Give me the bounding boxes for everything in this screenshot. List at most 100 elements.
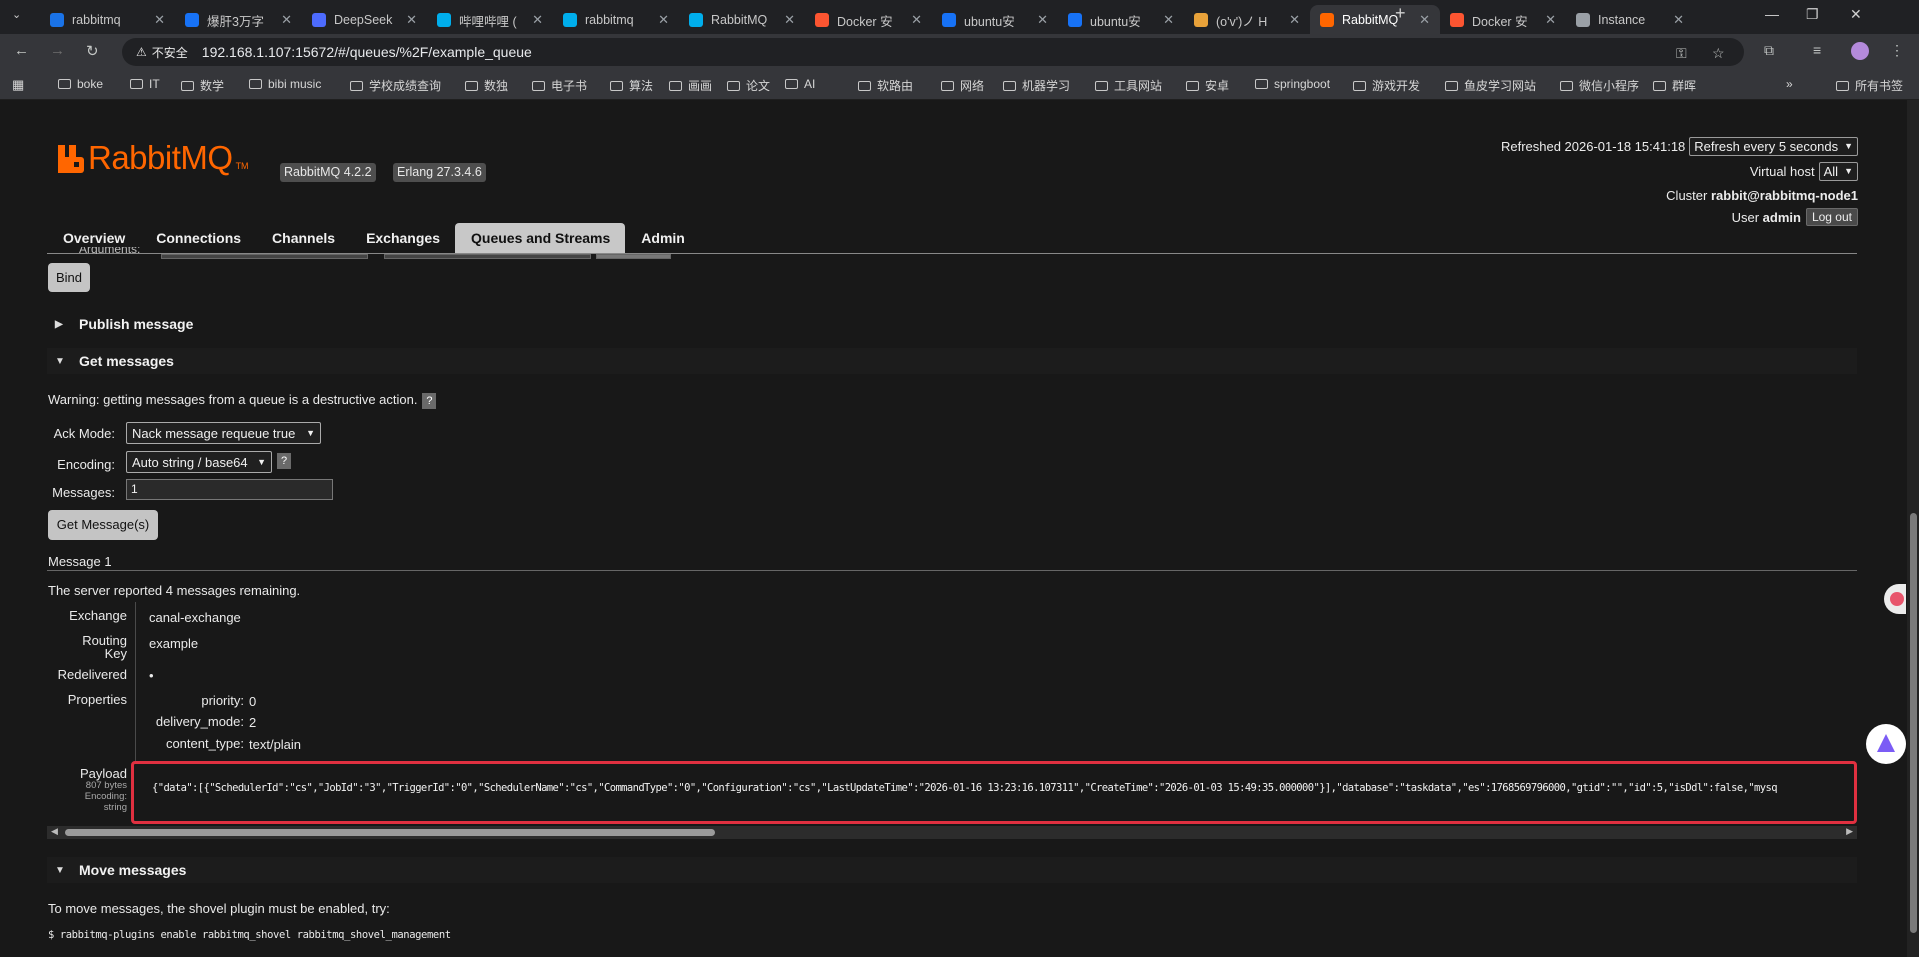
bookmark-folder[interactable]: 数独: [465, 77, 508, 94]
scroll-right-icon[interactable]: ▶: [1846, 826, 1853, 837]
get-messages-button[interactable]: Get Message(s): [48, 510, 158, 540]
tab-list-icon[interactable]: ≡: [1813, 42, 1821, 58]
close-tab-icon[interactable]: ✕: [1037, 12, 1048, 28]
get-messages-section[interactable]: ▼ Get messages: [47, 348, 1857, 374]
nav-tab-channels[interactable]: Channels: [256, 223, 350, 253]
refresh-interval-select[interactable]: Refresh every 5 seconds ▼: [1689, 136, 1858, 156]
encoding-help-icon[interactable]: ?: [277, 453, 291, 469]
nav-tab-connections[interactable]: Connections: [140, 223, 256, 253]
page-vertical-scrollbar[interactable]: [1907, 100, 1919, 957]
forward-icon[interactable]: →: [50, 42, 65, 59]
argument-key-input[interactable]: [161, 254, 368, 259]
browser-tab[interactable]: RabbitMQ ✕: [1310, 5, 1440, 35]
virtual-host-select[interactable]: All ▼: [1818, 161, 1858, 181]
payload-horizontal-scrollbar[interactable]: ◀ ▶: [47, 826, 1857, 839]
bookmark-folder[interactable]: 群晖: [1653, 77, 1696, 94]
bookmark-folder[interactable]: IT: [130, 77, 160, 91]
messages-count-input[interactable]: 1: [126, 479, 333, 500]
bookmark-folder[interactable]: boke: [58, 77, 103, 91]
profile-avatar[interactable]: [1851, 42, 1869, 60]
rabbitmq-logo[interactable]: RabbitMQ TM: [58, 141, 249, 174]
nav-tab-admin[interactable]: Admin: [625, 223, 700, 253]
close-tab-icon[interactable]: ✕: [1419, 12, 1430, 28]
encoding-select[interactable]: Auto string / base64 ▼: [126, 451, 272, 473]
bookmark-folder[interactable]: 游戏开发: [1353, 77, 1420, 94]
browser-tab[interactable]: Docker 安 ✕: [805, 5, 932, 35]
nav-tab-queues-and-streams[interactable]: Queues and Streams: [455, 223, 626, 253]
new-tab-icon[interactable]: +: [1395, 3, 1406, 24]
close-tab-icon[interactable]: ✕: [1673, 12, 1684, 28]
tab-search-icon[interactable]: ⌄: [12, 8, 21, 21]
browser-tab[interactable]: rabbitmq ✕: [553, 5, 679, 35]
browser-tab[interactable]: (o'v')ノ H ✕: [1184, 5, 1310, 35]
close-tab-icon[interactable]: ✕: [406, 12, 417, 28]
browser-tab[interactable]: ubuntu安 ✕: [932, 5, 1058, 35]
menu-icon[interactable]: ⋮: [1890, 42, 1904, 59]
move-messages-section[interactable]: ▼ Move messages: [47, 857, 1857, 883]
browser-tab[interactable]: 爆肝3万字 ✕: [175, 5, 302, 35]
security-indicator[interactable]: ⚠ 不安全: [136, 44, 188, 61]
close-tab-icon[interactable]: ✕: [281, 12, 292, 28]
bind-button[interactable]: Bind: [48, 263, 90, 292]
browser-tab[interactable]: rabbitmq ✕: [40, 5, 175, 35]
url-text[interactable]: 192.168.1.107:15672/#/queues/%2F/example…: [202, 44, 532, 60]
argument-value-input[interactable]: [384, 254, 591, 259]
address-bar[interactable]: ⚠ 不安全 192.168.1.107:15672/#/queues/%2F/e…: [122, 38, 1744, 66]
browser-tab[interactable]: 哔哩哔哩 (✕: [427, 5, 553, 35]
floating-assistant-icon[interactable]: [1884, 584, 1906, 614]
scrollbar-thumb[interactable]: [65, 829, 715, 836]
bookmark-folder[interactable]: 工具网站: [1095, 77, 1162, 94]
bookmark-folder[interactable]: bibi music: [249, 77, 321, 91]
bookmark-folder[interactable]: 论文: [727, 77, 770, 94]
bookmark-folder[interactable]: 网络: [941, 77, 984, 94]
browser-tab[interactable]: Instance ✕: [1566, 5, 1694, 35]
bookmark-folder[interactable]: 安卓: [1186, 77, 1229, 94]
close-tab-icon[interactable]: ✕: [1545, 12, 1556, 28]
ack-mode-select[interactable]: Nack message requeue true ▼: [126, 422, 321, 444]
bookmark-folder[interactable]: 画画: [669, 77, 712, 94]
bookmark-folder[interactable]: 电子书: [532, 77, 587, 94]
reload-icon[interactable]: ↻: [86, 42, 99, 60]
key-icon[interactable]: ⚿: [1676, 45, 1687, 62]
payload-text[interactable]: {"data":[{"SchedulerId":"cs","JobId":"3"…: [152, 782, 1778, 794]
bookmark-star-icon[interactable]: ☆: [1712, 45, 1725, 62]
argument-type-select[interactable]: [596, 254, 671, 259]
close-tab-icon[interactable]: ✕: [154, 12, 165, 28]
close-tab-icon[interactable]: ✕: [532, 12, 543, 28]
help-icon[interactable]: ?: [422, 393, 437, 409]
payload-highlight-box[interactable]: {"data":[{"SchedulerId":"cs","JobId":"3"…: [131, 761, 1857, 824]
extensions-icon[interactable]: ⧉: [1764, 42, 1774, 59]
close-tab-icon[interactable]: ✕: [784, 12, 795, 28]
bookmark-folder[interactable]: 算法: [610, 77, 653, 94]
close-window-icon[interactable]: ✕: [1850, 6, 1862, 23]
browser-tab[interactable]: RabbitMQ ✕: [679, 5, 805, 35]
bookmark-folder[interactable]: 数学: [181, 77, 224, 94]
close-tab-icon[interactable]: ✕: [1289, 12, 1300, 28]
bookmark-folder[interactable]: AI: [785, 77, 815, 91]
bookmark-folder[interactable]: springboot: [1255, 77, 1330, 91]
bookmark-folder[interactable]: 机器学习: [1003, 77, 1070, 94]
bookmarks-overflow-icon[interactable]: »: [1786, 77, 1793, 91]
scroll-left-icon[interactable]: ◀: [51, 826, 58, 837]
browser-tab[interactable]: ubuntu安 ✕: [1058, 5, 1184, 35]
apps-grid-icon[interactable]: ▦: [12, 77, 24, 93]
close-tab-icon[interactable]: ✕: [1163, 12, 1174, 28]
all-bookmarks[interactable]: 所有书签: [1836, 77, 1903, 94]
property-value: 2: [249, 715, 257, 730]
maximize-icon[interactable]: ❐: [1806, 6, 1819, 23]
bookmark-folder[interactable]: 软路由: [858, 77, 913, 94]
scrollbar-thumb[interactable]: [1910, 513, 1917, 933]
bookmark-folder[interactable]: 鱼皮学习网站: [1445, 77, 1536, 94]
browser-tab[interactable]: DeepSeek ✕: [302, 5, 427, 35]
close-tab-icon[interactable]: ✕: [658, 12, 669, 28]
bookmark-folder[interactable]: 微信小程序: [1560, 77, 1639, 94]
logout-button[interactable]: Log out: [1805, 208, 1858, 226]
publish-message-section[interactable]: ▶ Publish message: [47, 311, 1857, 337]
browser-tab[interactable]: Docker 安 ✕: [1440, 5, 1566, 35]
floating-translate-icon[interactable]: [1866, 724, 1906, 764]
nav-tab-exchanges[interactable]: Exchanges: [350, 223, 455, 253]
bookmark-folder[interactable]: 学校成绩查询: [350, 77, 441, 94]
close-tab-icon[interactable]: ✕: [911, 12, 922, 28]
minimize-icon[interactable]: —: [1765, 6, 1779, 22]
back-icon[interactable]: ←: [14, 42, 29, 59]
